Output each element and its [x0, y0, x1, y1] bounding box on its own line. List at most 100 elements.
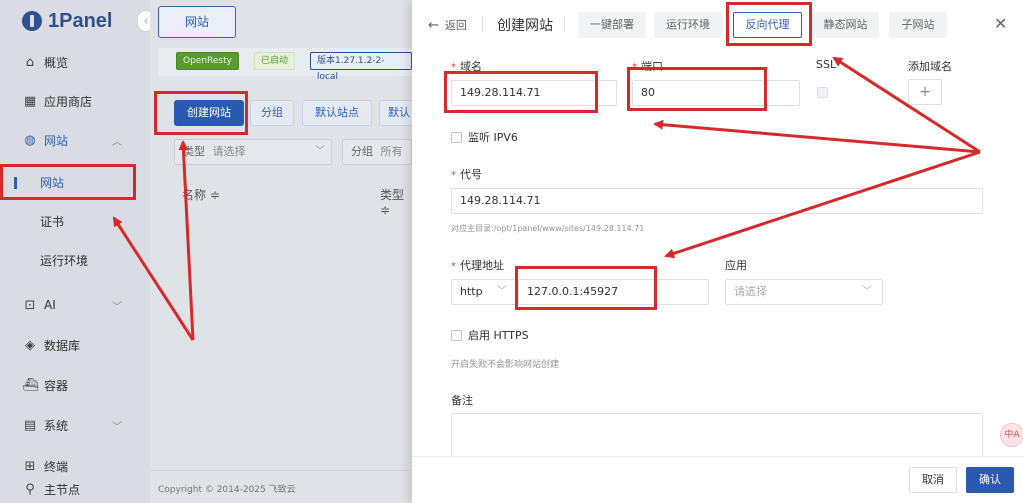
annotation-box-proxy-address: [515, 266, 657, 310]
terminal-icon: ⊞: [24, 458, 36, 474]
ipv6-checkbox[interactable]: 监听 IPV6: [451, 129, 518, 145]
sidebar-item-ai[interactable]: ⊡ AI ﹀: [0, 290, 150, 320]
globe-icon: ◍: [24, 132, 36, 148]
alias-hint: 对应主目录:/opt/1panel/www/sites/149.28.114.7…: [451, 224, 645, 233]
chevron-down-icon: ﹀: [315, 146, 325, 157]
checkbox-box: [451, 329, 462, 341]
required-mark: *: [451, 170, 456, 181]
main-content: 网站 OpenResty 已启动 版本1.27.1.2-2-local 创建网站…: [150, 0, 419, 503]
sidebar-item-label: 数据库: [44, 338, 81, 353]
add-domain-label: 添加域名: [908, 60, 952, 73]
cancel-button[interactable]: 取消: [909, 467, 957, 493]
ipv6-label: 监听 IPV6: [468, 131, 518, 144]
chevron-down-icon: ﹀: [112, 301, 122, 313]
annotation-box-reverse-proxy-tab: [726, 2, 812, 46]
footer-divider: [150, 470, 412, 471]
ssl-checkbox[interactable]: [817, 87, 828, 98]
status-badge: 已启动: [254, 52, 296, 70]
grid-icon: ▦: [23, 93, 37, 109]
sidebar-item-label: AI: [44, 298, 56, 312]
column-header-type[interactable]: 类型 ≑: [380, 186, 412, 217]
sidebar-item-label: 容器: [44, 378, 69, 393]
drawer-title: 创建网站: [497, 18, 553, 34]
remark-label: 备注: [451, 394, 473, 407]
divider: [482, 16, 483, 32]
type-filter-select[interactable]: 类型 请选择 ﹀: [174, 139, 332, 165]
chevron-up-icon: ︿: [112, 136, 122, 148]
checkbox-box: [451, 131, 462, 143]
sidebar-item-label: 系统: [44, 418, 69, 433]
tab-runtime[interactable]: 运行环境: [654, 12, 722, 38]
ssl-label: SSL: [816, 58, 837, 71]
annotation-box-port: [627, 67, 767, 111]
logo-icon: [22, 11, 42, 31]
plus-icon: +: [919, 84, 931, 100]
type-filter-placeholder: 请选择: [212, 145, 246, 158]
sidebar-item-label: 终端: [44, 459, 69, 474]
group-filter-select[interactable]: 分组 所有: [342, 139, 412, 165]
annotation-box-domain: [444, 71, 598, 113]
alias-input[interactable]: 149.28.114.71: [451, 188, 983, 214]
type-filter-label: 类型: [183, 145, 205, 158]
sidebar-item-app-store[interactable]: ▦ 应用商店: [0, 86, 150, 116]
close-icon[interactable]: ✕: [994, 14, 1007, 33]
database-icon: ◈: [25, 337, 35, 353]
sidebar-item-websites-group[interactable]: ◍ 网站 ︿: [0, 125, 150, 155]
system-icon: ▤: [23, 417, 37, 433]
copyright-text: Copyright © 2014-2025 飞致云: [158, 485, 296, 495]
app-placeholder: 请选择: [734, 285, 767, 298]
proxy-address-label: * 代理地址: [451, 259, 504, 272]
divider: [564, 16, 565, 32]
confirm-button[interactable]: 确认: [966, 467, 1014, 493]
tab-static-site[interactable]: 静态网站: [812, 12, 879, 38]
app-select[interactable]: 请选择 ﹀: [725, 279, 883, 305]
https-label: 启用 HTTPS: [468, 329, 529, 342]
sidebar-item-certificates[interactable]: 证书: [0, 206, 150, 236]
openresty-badge: OpenResty: [176, 52, 239, 70]
chevron-down-icon: ﹀: [862, 286, 872, 297]
default-site-button[interactable]: 默认站点: [302, 100, 372, 126]
back-button[interactable]: ← 返回: [428, 17, 467, 33]
sidebar-item-label: 概览: [44, 55, 69, 70]
arrow-left-icon: ←: [428, 17, 439, 33]
sidebar-item-label: 证书: [40, 214, 65, 229]
container-icon: ⛴: [22, 377, 39, 393]
sidebar-item-database[interactable]: ◈ 数据库: [0, 330, 150, 360]
annotation-box-websites-menu: [0, 164, 136, 200]
sidebar-item-overview[interactable]: ⌂ 概览: [0, 47, 150, 77]
version-badge[interactable]: 版本1.27.1.2-2-local: [310, 52, 412, 82]
sidebar-item-system[interactable]: ▤ 系统 ﹀: [0, 410, 150, 440]
required-mark: *: [451, 261, 456, 272]
group-filter-label: 分组: [351, 145, 373, 158]
tab-sub-site[interactable]: 子网站: [889, 12, 947, 38]
chevron-down-icon: ﹀: [497, 286, 507, 297]
group-button[interactable]: 分组: [250, 100, 294, 126]
column-header-name[interactable]: 名称 ≑: [182, 186, 220, 203]
sidebar-item-label: 网站: [44, 133, 69, 148]
brand-logo[interactable]: 1Panel: [22, 8, 112, 34]
app-label: 应用: [725, 259, 747, 272]
robot-icon: ⊡: [24, 297, 36, 313]
sidebar-item-main-node[interactable]: ⚲ 主节点: [0, 474, 150, 503]
drawer-footer: 取消 确认: [412, 456, 1023, 503]
translate-icon[interactable]: 中A: [1000, 423, 1023, 447]
tab-one-click-deploy[interactable]: 一键部署: [578, 12, 646, 38]
sidebar-item-label: 主节点: [44, 482, 81, 497]
chevron-down-icon: ﹀: [112, 421, 122, 433]
sidebar-item-label: 应用商店: [44, 94, 93, 109]
proxy-scheme-value: http: [460, 285, 483, 298]
brand-name: 1Panel: [48, 9, 113, 32]
add-domain-button[interactable]: +: [908, 79, 942, 105]
https-hint: 开启失败不会影响网站创建: [451, 360, 560, 370]
group-filter-value: 所有: [380, 145, 403, 158]
home-icon: ⌂: [25, 54, 35, 70]
https-checkbox[interactable]: 启用 HTTPS: [451, 327, 529, 343]
annotation-box-create-button: [154, 91, 248, 135]
user-icon: ⚲: [25, 481, 35, 497]
proxy-scheme-select[interactable]: http ﹀: [451, 279, 518, 305]
sidebar-item-runtime[interactable]: 运行环境: [0, 245, 150, 275]
sidebar-item-containers[interactable]: ⛴ 容器: [0, 370, 150, 400]
tab-websites[interactable]: 网站: [158, 6, 236, 38]
openresty-status-bar: OpenResty 已启动 版本1.27.1.2-2-local: [158, 48, 412, 82]
alias-label: * 代号: [451, 168, 482, 181]
